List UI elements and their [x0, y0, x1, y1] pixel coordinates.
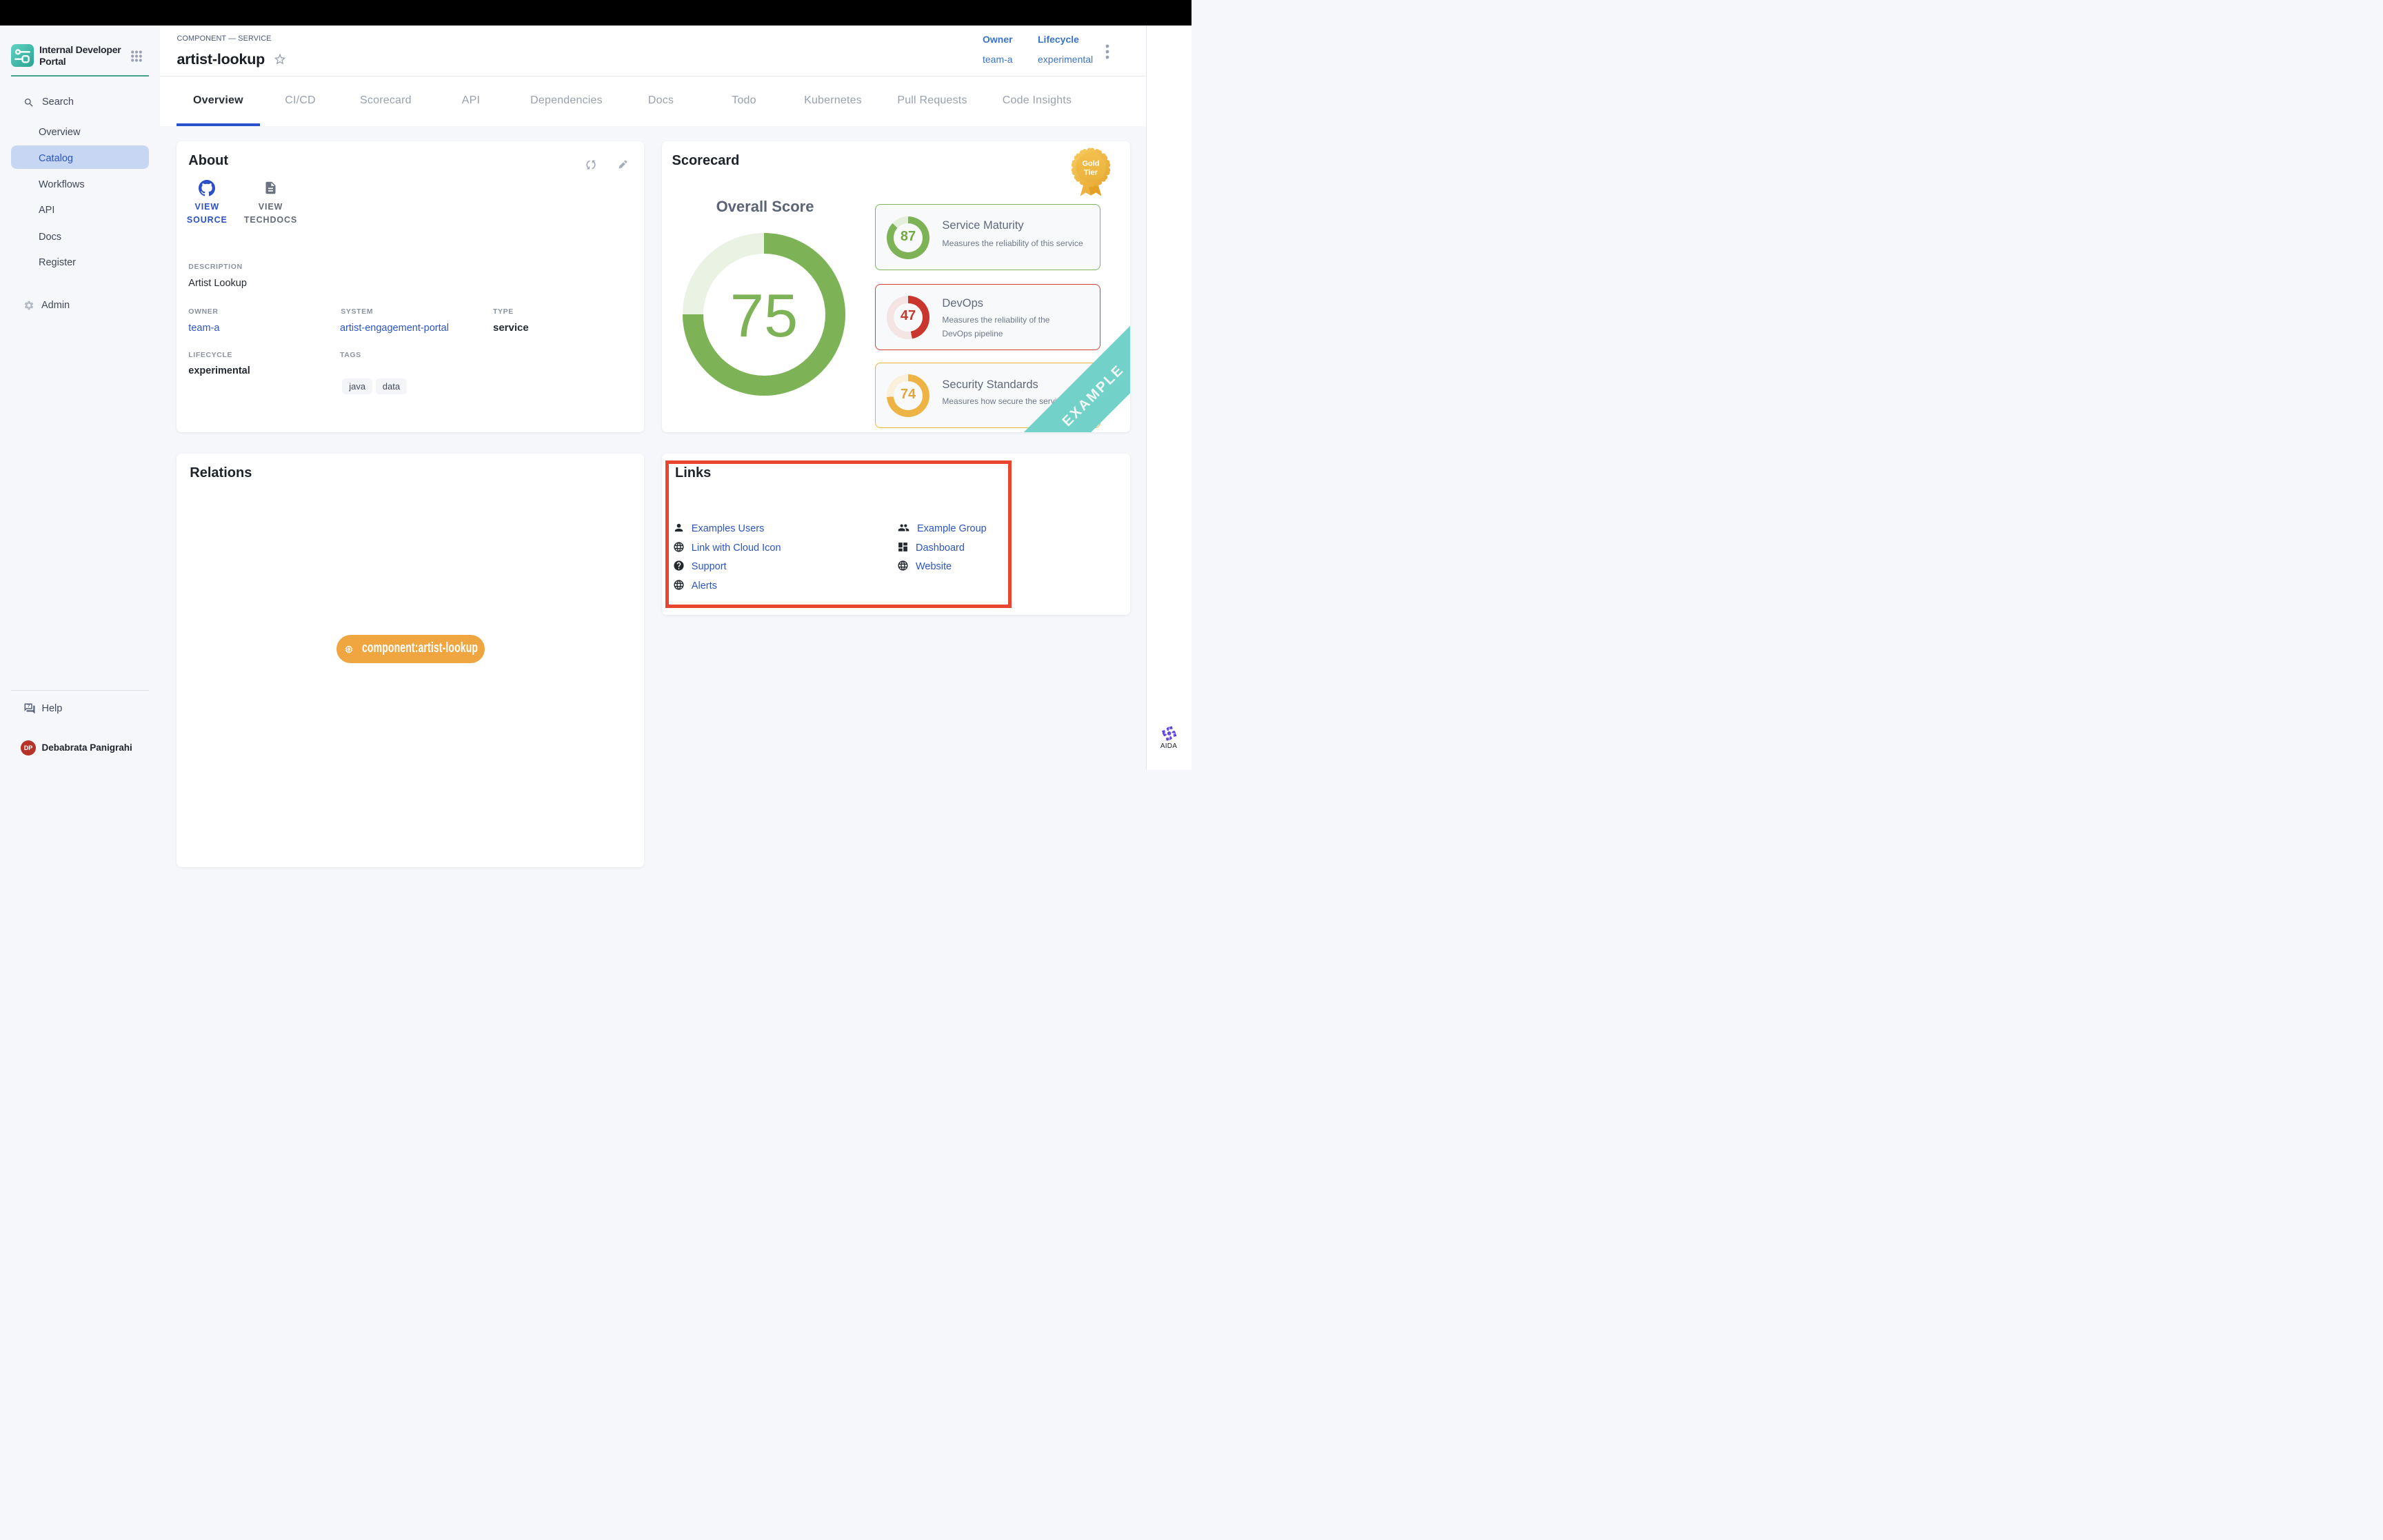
svg-text:Tier: Tier	[1084, 169, 1098, 177]
svg-text:Gold: Gold	[1082, 160, 1099, 168]
svg-text:?: ?	[27, 704, 30, 709]
